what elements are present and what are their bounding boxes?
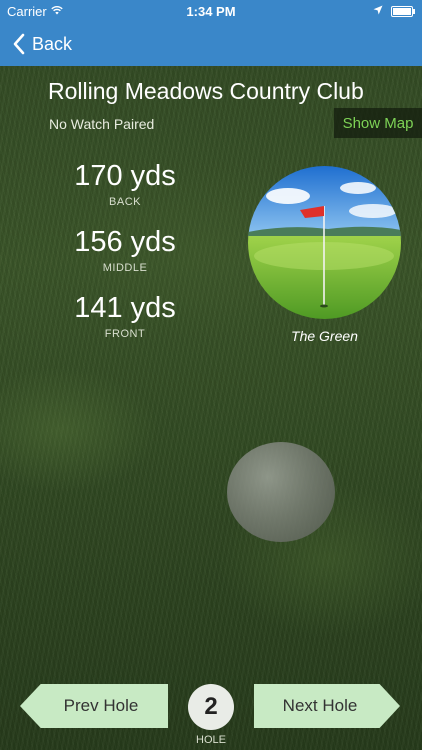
distance-front-label: FRONT xyxy=(104,328,146,340)
golf-ball-icon xyxy=(227,442,335,542)
green-image xyxy=(248,166,401,319)
green-caption: The Green xyxy=(291,328,358,344)
battery-icon xyxy=(391,6,415,17)
hole-label: HOLE xyxy=(196,734,226,746)
watch-status-text: No Watch Paired xyxy=(49,116,155,132)
golf-green-flag-illustration xyxy=(248,166,401,319)
distance-back-value: 170 yds xyxy=(74,160,176,192)
distance-front: 141 yds FRONT xyxy=(58,292,192,340)
distance-middle-label: MIDDLE xyxy=(102,262,148,274)
back-button-label: Back xyxy=(32,33,73,54)
course-name: Rolling Meadows Country Club xyxy=(48,78,364,104)
distance-front-value: 141 yds xyxy=(74,292,176,324)
hole-number-badge: 2 xyxy=(188,684,234,730)
back-button[interactable]: Back xyxy=(12,31,72,57)
navigation-bar: Carrier 1:34 PM Back xyxy=(0,0,422,66)
distance-back: 170 yds BACK xyxy=(58,160,192,208)
distance-middle-value: 156 yds xyxy=(74,226,176,258)
next-hole-button[interactable]: Next Hole xyxy=(254,684,400,728)
next-hole-label: Next Hole xyxy=(282,696,358,715)
status-time: 1:34 PM xyxy=(186,4,236,19)
chevron-left-icon xyxy=(13,33,25,55)
location-arrow-icon xyxy=(373,5,383,15)
prev-hole-button[interactable]: Prev Hole xyxy=(20,684,168,728)
status-bar: Carrier 1:34 PM xyxy=(0,0,422,22)
distance-middle: 156 yds MIDDLE xyxy=(58,226,192,274)
distance-back-label: BACK xyxy=(109,196,141,208)
prev-hole-label: Prev Hole xyxy=(63,696,139,715)
show-map-button[interactable]: Show Map xyxy=(334,108,422,138)
